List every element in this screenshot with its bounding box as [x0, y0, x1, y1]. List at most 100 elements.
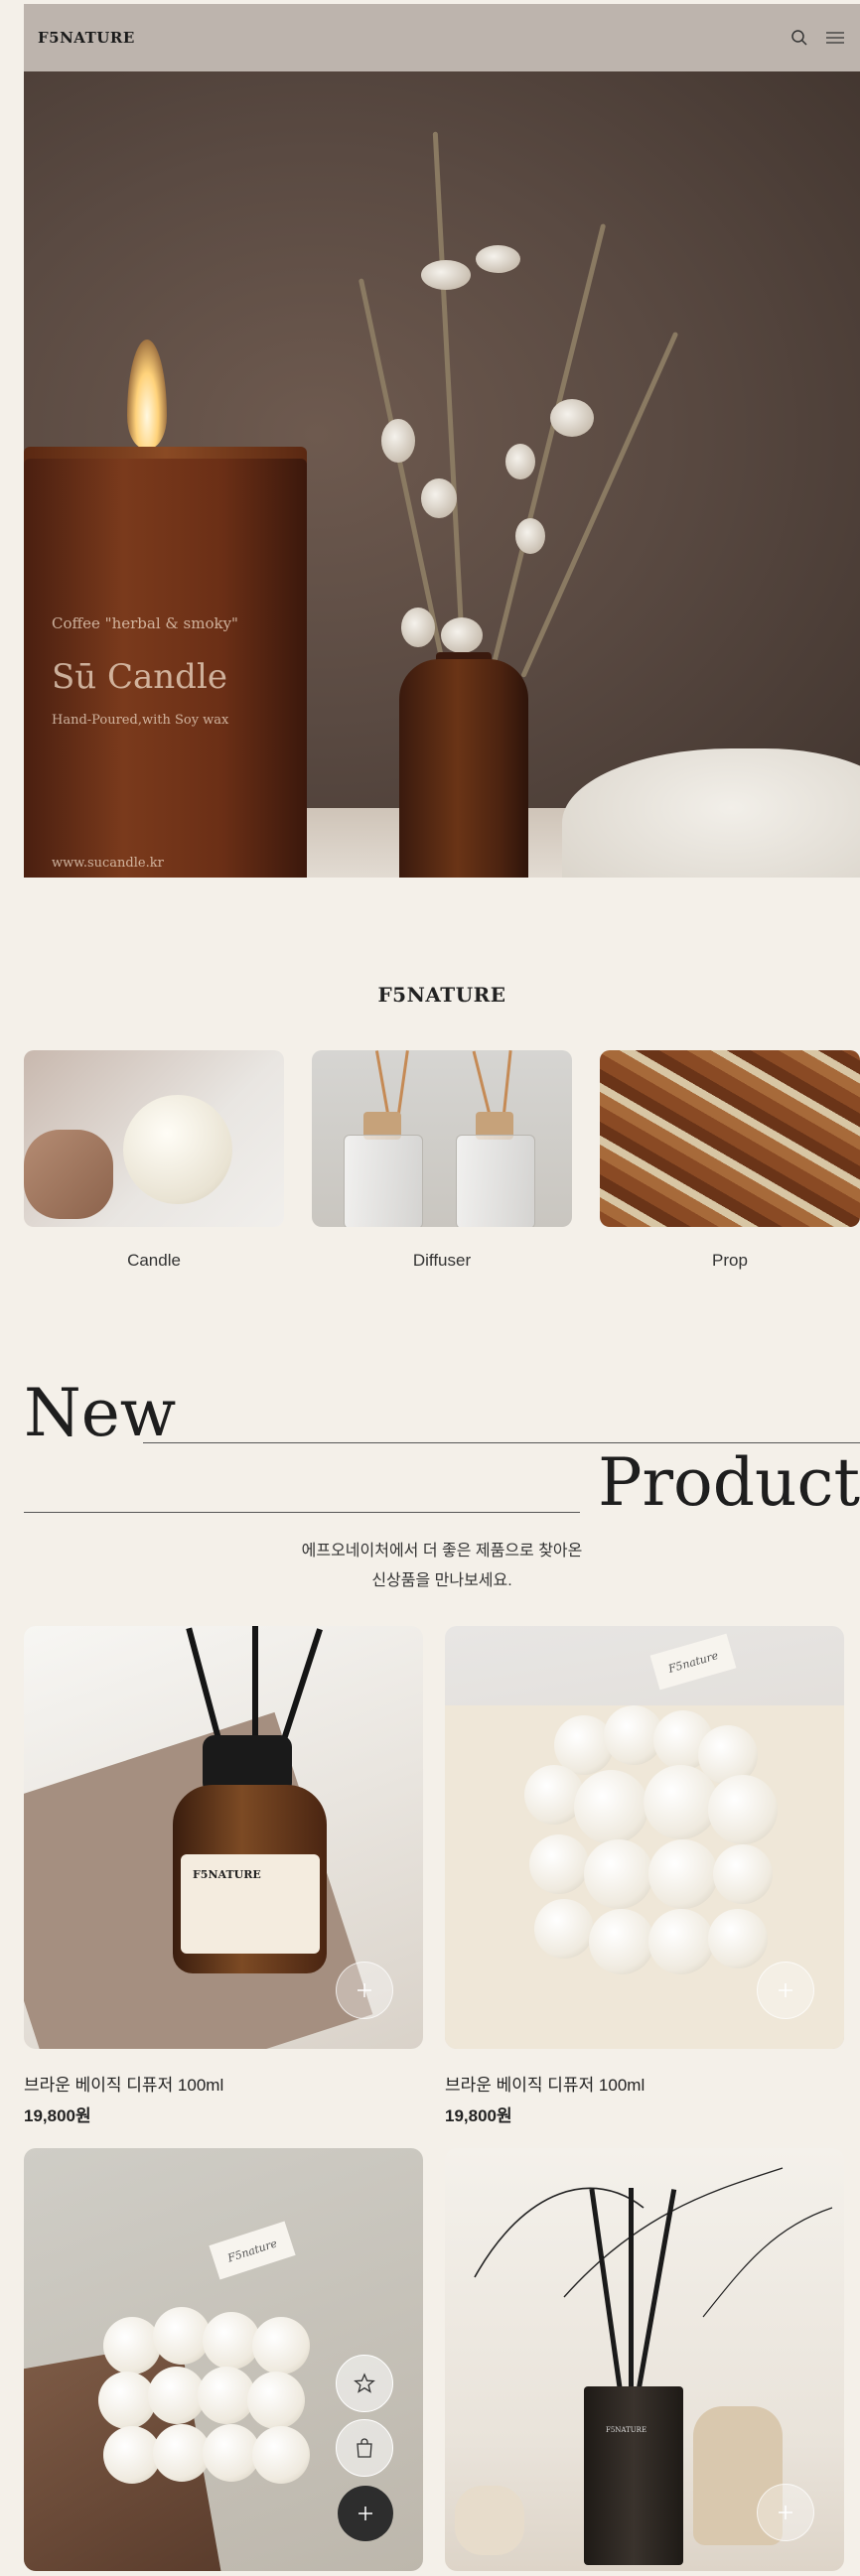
diffuser-bottle [344, 1135, 423, 1227]
reed-stick [629, 2188, 634, 2396]
product-card[interactable]: F5nature [24, 2148, 423, 2571]
reed-stick [502, 1050, 512, 1120]
product-image[interactable]: F5NATURE [445, 2148, 844, 2571]
candle-tag-text: F5nature [666, 1648, 720, 1676]
reed-stick [277, 1628, 323, 1753]
category-prop[interactable]: Prop [600, 1050, 860, 1271]
bottle-label-brand: F5NATURE [606, 2426, 647, 2434]
candle-label-subtitle: Hand-Poured,with Soy wax [52, 713, 229, 728]
new-product-description: 에프오네이처에서 더 좋은 제품으로 찾아온 신상품을 만나보세요. [24, 1537, 860, 1596]
pussy-willow-branch [491, 223, 607, 668]
category-diffuser[interactable]: Diffuser [312, 1050, 572, 1271]
star-icon [354, 2373, 375, 2393]
bubble-candle-part [529, 1834, 589, 1894]
pussy-willow-branch [520, 331, 679, 679]
site-logo[interactable]: F5NATURE [38, 29, 135, 47]
product-price: 19,800원 [445, 2106, 512, 2125]
bubble-candle-part [648, 1909, 714, 1974]
wishlist-button[interactable] [336, 2355, 393, 2412]
bubble-candle-part [648, 1839, 718, 1909]
amber-vase [399, 659, 528, 878]
willow-bud [441, 617, 483, 653]
reed-stick [396, 1050, 409, 1120]
candle-tag: F5nature [209, 2221, 296, 2280]
square-diffuser-bottle: F5NATURE [584, 2386, 683, 2565]
hamburger-menu-icon[interactable] [824, 27, 846, 49]
add-to-cart-button[interactable] [757, 1962, 814, 2019]
product-card[interactable]: F5nature [445, 1626, 844, 2148]
bubble-candle-part [584, 1839, 653, 1909]
product-card[interactable]: F5NATURE 브라운 베이직 디퓨저 100ml 19,800원 [24, 1626, 423, 2148]
willow-bud [515, 518, 545, 554]
candle-label-url: www.sucandle.kr [52, 856, 164, 871]
product-image[interactable]: F5nature [24, 2148, 423, 2571]
category-diffuser-image[interactable] [312, 1050, 572, 1227]
product-grid: F5NATURE 브라운 베이직 디퓨저 100ml 19,800원 F5nat… [24, 1626, 860, 2571]
candle-tag: F5nature [649, 1633, 737, 1691]
new-product-heading-product: Product [598, 1444, 860, 1521]
category-prop-image[interactable] [600, 1050, 860, 1227]
category-label[interactable]: Prop [712, 1251, 748, 1271]
willow-bud [421, 260, 471, 290]
pussy-willow-branch [358, 278, 446, 668]
cart-button[interactable] [336, 2419, 393, 2477]
bubble-candle-part [644, 1765, 718, 1839]
brand-section-title: F5NATURE [377, 983, 506, 1007]
product-title[interactable]: 브라운 베이직 디퓨저 100ml [445, 2071, 844, 2096]
bubble-candle-part [247, 2372, 305, 2429]
bubble-candle-part [708, 1775, 778, 1844]
candle-flame [127, 339, 167, 449]
line-art-decoration [474, 2167, 833, 2318]
bubble-candle-part [713, 1844, 773, 1904]
heading-divider [143, 1442, 860, 1443]
header-icons [788, 27, 846, 49]
page: F5NATURE Coffee "herbal & smoky" Sū Cand… [24, 0, 860, 2576]
bubble-candle-part [252, 2426, 310, 2484]
diffuser-bottle [456, 1135, 535, 1227]
reed-stick [472, 1050, 493, 1120]
add-to-cart-button[interactable] [336, 1962, 393, 2019]
willow-bud [381, 419, 415, 463]
willow-bud [401, 608, 435, 647]
bubble-candle-part [574, 1770, 648, 1844]
top-navigation-bar: F5NATURE [24, 4, 860, 71]
heading-divider [24, 1512, 580, 1513]
product-image[interactable]: F5NATURE [24, 1626, 423, 2049]
candle-label-scent: Coffee "herbal & smoky" [52, 614, 238, 632]
plus-icon [779, 2506, 792, 2519]
candle-tag-text: F5nature [225, 2236, 279, 2265]
category-label[interactable]: Candle [127, 1251, 181, 1271]
willow-bud [505, 444, 535, 479]
hero-banner-image[interactable]: Coffee "herbal & smoky" Sū Candle Hand-P… [24, 71, 860, 878]
plus-icon [358, 2507, 372, 2520]
product-title[interactable]: 브라운 베이직 디퓨저 100ml [24, 2071, 423, 2096]
add-to-cart-button[interactable] [338, 2486, 393, 2541]
ceramic-cup [455, 2486, 524, 2555]
category-list: Candle Diffuser Prop [24, 1050, 860, 1271]
category-label[interactable]: Diffuser [413, 1251, 471, 1271]
bottle-label: F5NATURE [181, 1854, 320, 1954]
hand-shape [24, 1130, 113, 1219]
candle-label-name: Sū Candle [52, 657, 227, 697]
search-icon[interactable] [788, 27, 810, 49]
willow-bud [476, 245, 520, 273]
product-price: 19,800원 [24, 2106, 91, 2125]
bubble-candle-part [103, 2317, 161, 2374]
plus-icon [358, 1983, 371, 1997]
willow-bud [550, 399, 594, 437]
category-candle[interactable]: Candle [24, 1050, 284, 1271]
bubble-candle-part [708, 1909, 768, 1968]
bubble-candle-part [589, 1909, 654, 1974]
add-to-cart-button[interactable] [757, 2484, 814, 2541]
product-card[interactable]: F5NATURE [445, 2148, 844, 2571]
hero-cloth [562, 748, 860, 878]
bubble-candle-part [252, 2317, 310, 2374]
willow-bud [421, 478, 457, 518]
category-candle-image[interactable] [24, 1050, 284, 1227]
description-line: 신상품을 만나보세요. [371, 1572, 512, 1589]
plus-icon [779, 1983, 792, 1997]
bubble-candle-part [98, 2372, 156, 2429]
product-image[interactable]: F5nature [445, 1626, 844, 2049]
reed-stick [374, 1050, 391, 1120]
sphere-candle [123, 1095, 232, 1204]
